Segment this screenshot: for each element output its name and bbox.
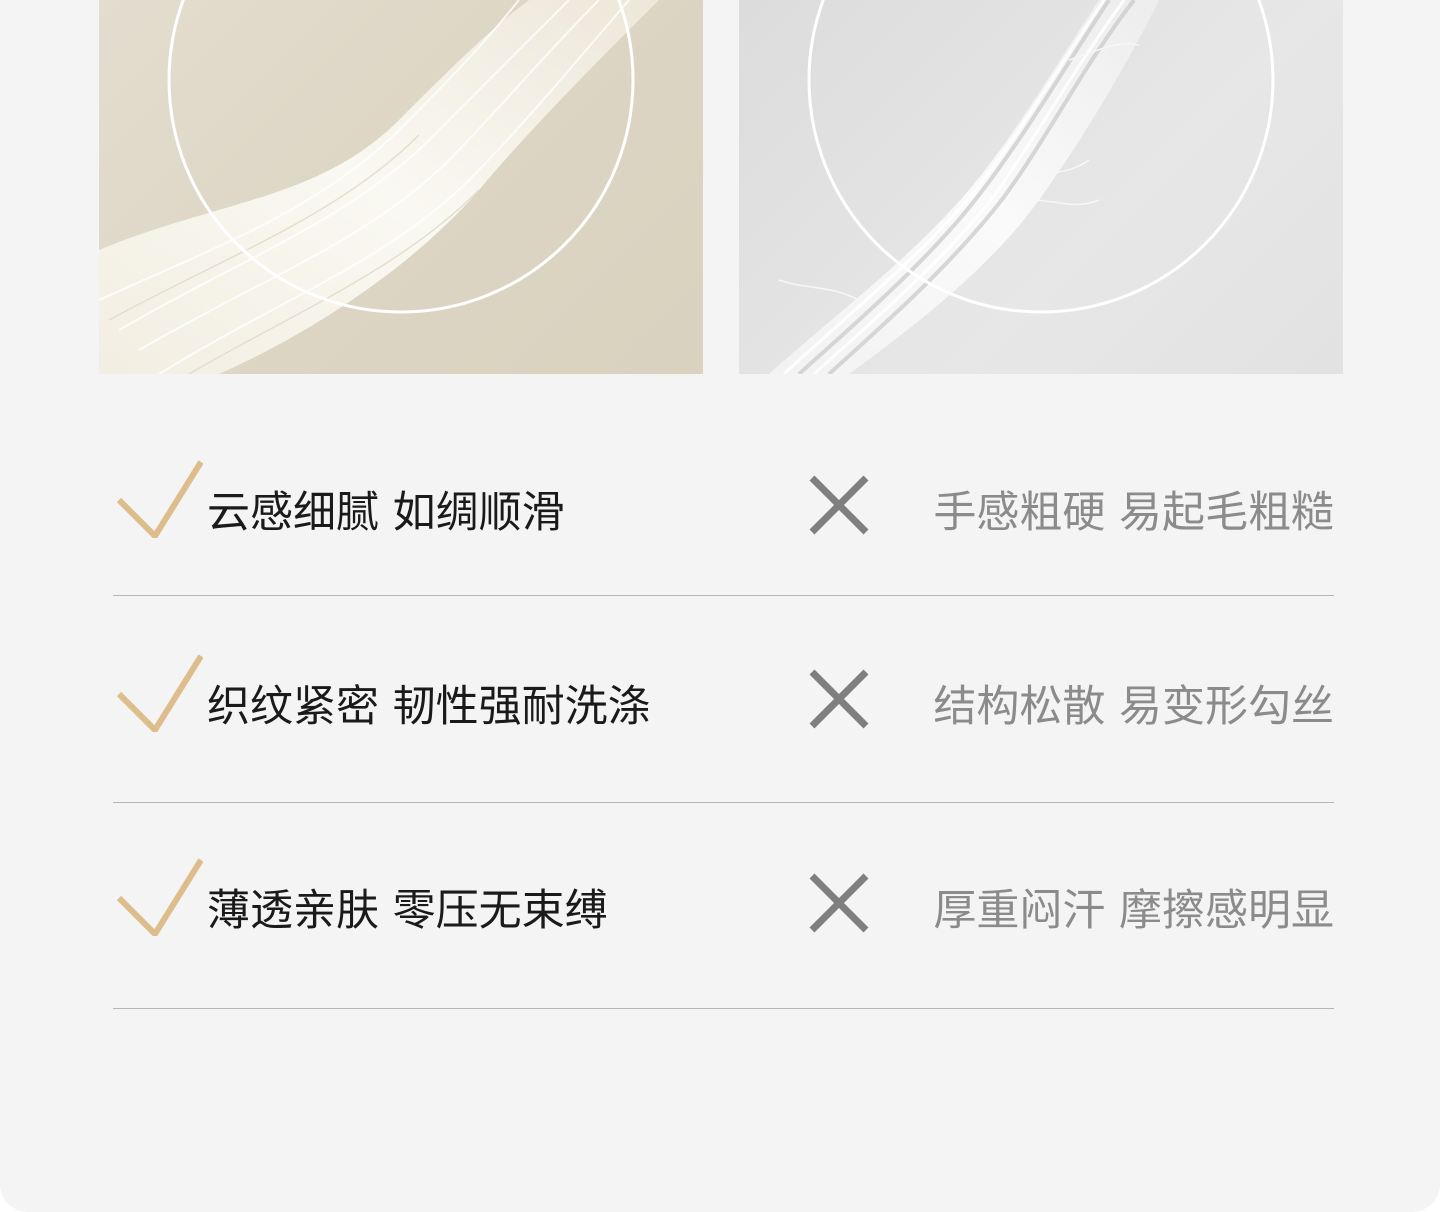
cross-icon	[809, 873, 869, 933]
advantage-text: 薄透亲肤 零压无束缚	[207, 886, 608, 936]
check-icon	[117, 858, 203, 936]
row-divider	[113, 1008, 1334, 1009]
disadvantage-text: 厚重闷汗 摩擦感明显	[933, 886, 1334, 936]
smooth-fiber-illustration	[99, 0, 659, 374]
comparison-row-3: 薄透亲肤 零压无束缚 厚重闷汗 摩擦感明显	[0, 838, 1440, 978]
comparison-row-1: 云感细腻 如绸顺滑 手感粗硬 易起毛粗糙	[0, 440, 1440, 580]
row-divider	[113, 595, 1334, 596]
check-icon	[117, 654, 203, 732]
row-divider	[113, 802, 1334, 803]
rough-fiber-illustration	[769, 0, 1275, 374]
comparison-row-2: 织纹紧密 韧性强耐洗涤 结构松散 易变形勾丝	[0, 634, 1440, 774]
smooth-fiber-image	[99, 0, 703, 374]
disadvantage-text: 手感粗硬 易起毛粗糙	[933, 488, 1334, 538]
cross-icon	[809, 475, 869, 535]
disadvantage-text: 结构松散 易变形勾丝	[933, 682, 1334, 732]
advantage-text: 织纹紧密 韧性强耐洗涤	[207, 682, 651, 732]
cross-icon	[809, 669, 869, 729]
check-icon	[117, 460, 203, 538]
advantage-text: 云感细腻 如绸顺滑	[207, 488, 565, 538]
rough-fiber-image	[739, 0, 1343, 374]
comparison-page: 云感细腻 如绸顺滑 手感粗硬 易起毛粗糙 织纹紧密 韧性强耐洗涤 结构松散 易变…	[0, 0, 1440, 1212]
